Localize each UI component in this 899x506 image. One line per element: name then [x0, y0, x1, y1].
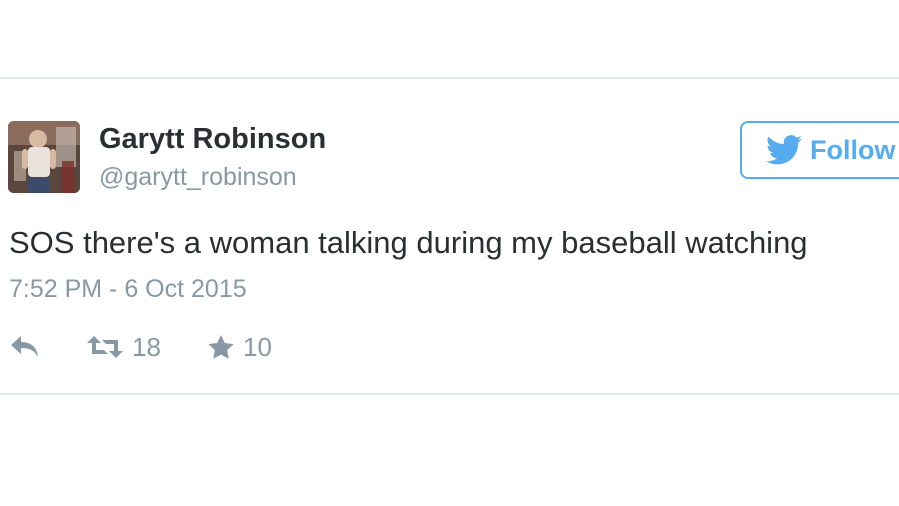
tweet-timestamp[interactable]: 7:52 PM - 6 Oct 2015: [9, 275, 247, 304]
favorite-count: 10: [243, 331, 272, 362]
embedded-tweet: Garytt Robinson @garytt_robinson Follow …: [0, 80, 899, 392]
bottom-divider: [0, 393, 899, 395]
star-icon: [208, 334, 234, 359]
display-name[interactable]: Garytt Robinson: [99, 123, 326, 156]
avatar[interactable]: [8, 121, 80, 193]
top-divider: [0, 77, 899, 79]
screen-name[interactable]: @garytt_robinson: [99, 163, 297, 192]
retweet-count: 18: [132, 331, 161, 362]
page: Garytt Robinson @garytt_robinson Follow …: [0, 0, 899, 506]
retweet-button[interactable]: 18: [86, 330, 161, 364]
user-avatar-photo: [8, 121, 80, 193]
favorite-button[interactable]: 10: [207, 330, 272, 364]
retweet-icon: [87, 336, 123, 358]
tweet-actions: 18 10: [0, 330, 899, 364]
tweet-text: SOS there's a woman talking during my ba…: [9, 225, 808, 260]
twitter-bird-icon: [766, 135, 802, 165]
follow-label: Follow: [810, 134, 896, 165]
reply-button[interactable]: [9, 330, 41, 364]
reply-icon: [11, 336, 38, 357]
follow-button[interactable]: Follow: [740, 121, 899, 179]
